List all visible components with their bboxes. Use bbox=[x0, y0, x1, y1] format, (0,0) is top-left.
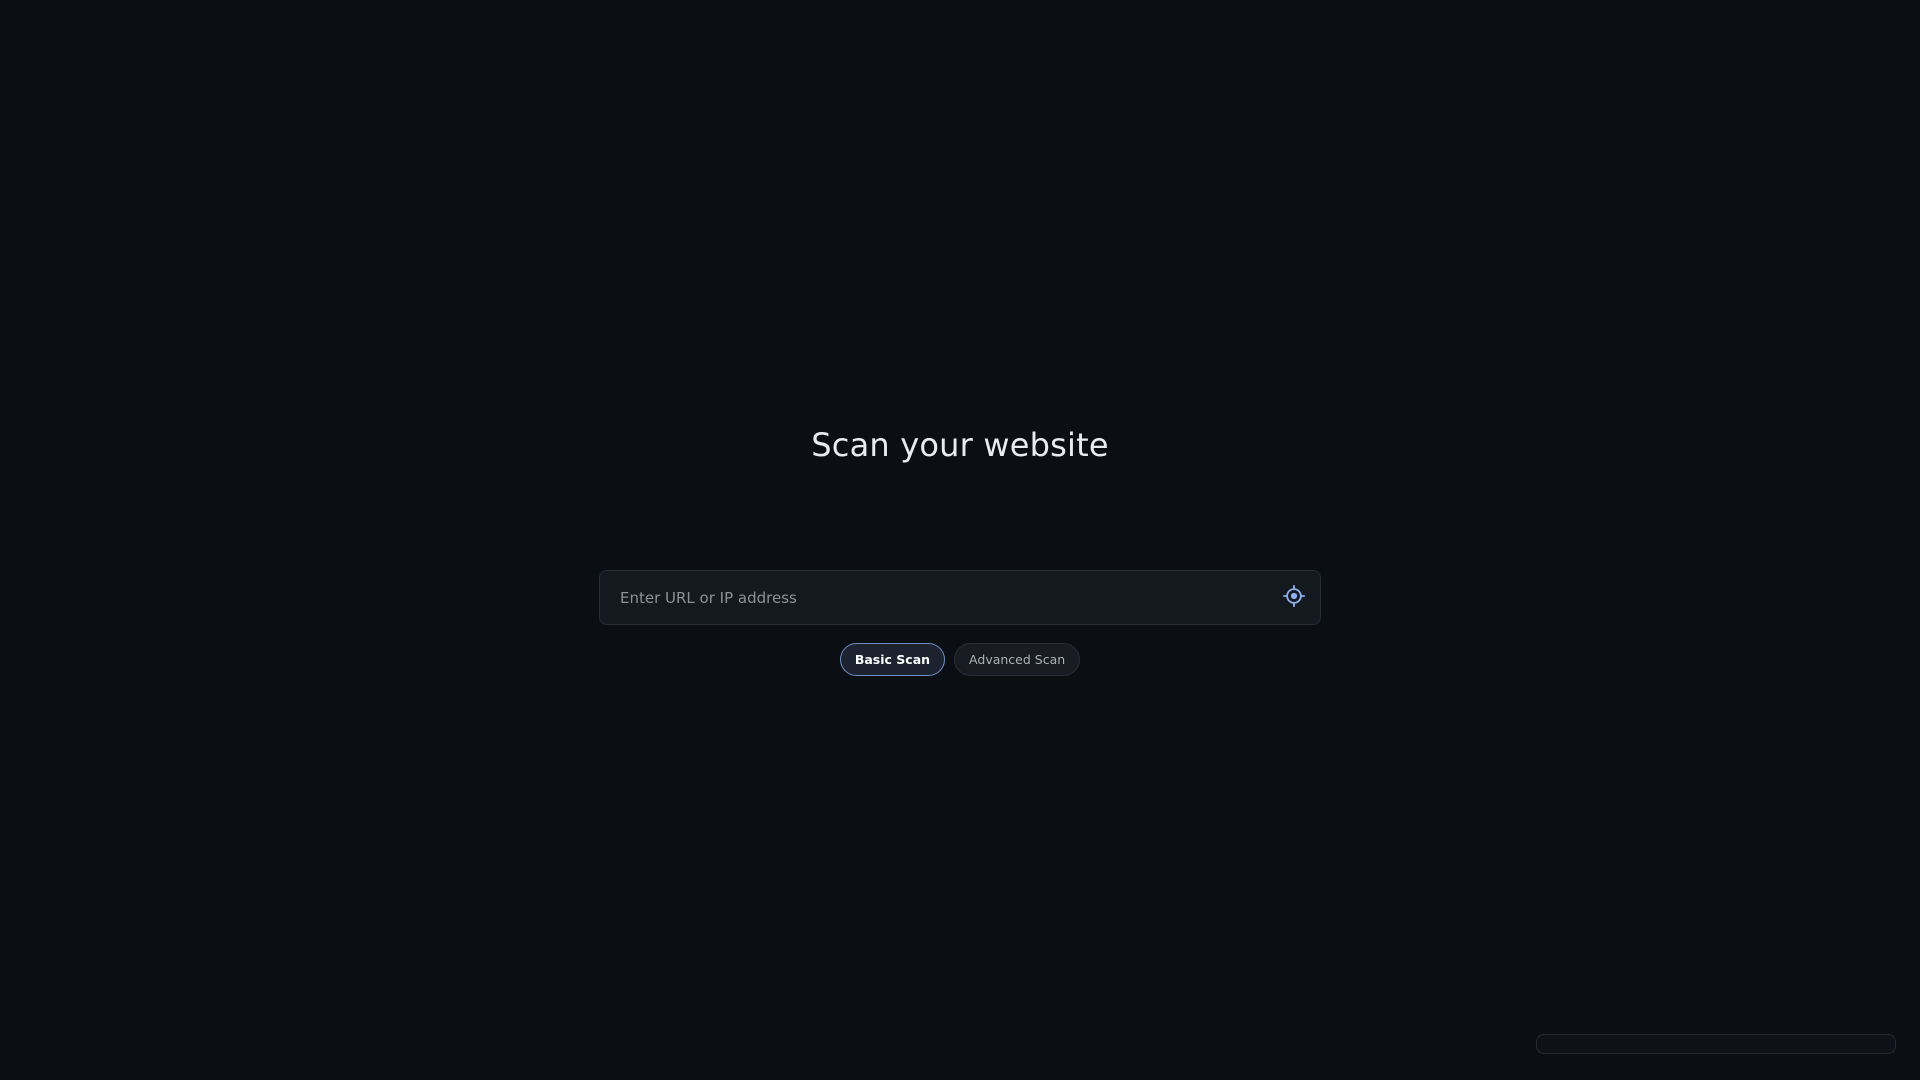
status-bar bbox=[1536, 1034, 1896, 1054]
page-title: Scan your website bbox=[811, 426, 1109, 464]
page: Scan your website Basic Scan Advanced Sc… bbox=[0, 0, 1920, 1080]
scan-target-button[interactable] bbox=[1280, 584, 1308, 612]
advanced-scan-button[interactable]: Advanced Scan bbox=[954, 643, 1081, 676]
crosshair-target-icon bbox=[1283, 585, 1305, 611]
scan-mode-selector: Basic Scan Advanced Scan bbox=[0, 643, 1920, 676]
url-input[interactable] bbox=[620, 571, 1260, 624]
search-box bbox=[599, 570, 1321, 625]
basic-scan-button[interactable]: Basic Scan bbox=[839, 643, 946, 676]
